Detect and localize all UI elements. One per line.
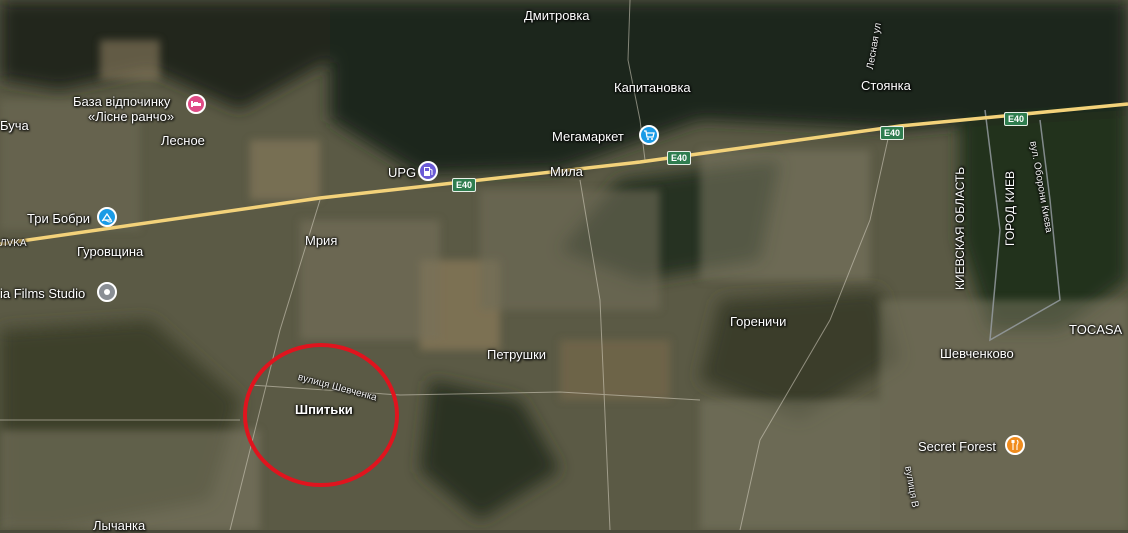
road-shield-e40: E40 xyxy=(880,126,905,140)
place-label[interactable]: Лесное xyxy=(161,133,205,148)
place-label[interactable]: Петрушки xyxy=(487,347,546,362)
region-label: КИЕВСКАЯ ОБЛАСТЬ xyxy=(953,166,967,290)
place-label[interactable]: Капитановка xyxy=(614,80,691,95)
road-shield-e40: E40 xyxy=(452,178,477,192)
fork-knife-icon[interactable] xyxy=(1005,435,1025,455)
landmark-icon[interactable] xyxy=(97,282,117,302)
place-label[interactable]: Мрия xyxy=(305,233,337,248)
place-label[interactable]: Гуровщина xyxy=(77,244,143,259)
road-shield-e40: E40 xyxy=(667,151,692,165)
fuel-pump-icon[interactable] xyxy=(418,161,438,181)
poi-label[interactable]: «Лісне ранчо» xyxy=(88,109,174,124)
place-label[interactable]: Шевченково xyxy=(940,346,1014,361)
poi-label[interactable]: Три Бобри xyxy=(27,211,90,226)
place-label[interactable]: Гореничи xyxy=(730,314,786,329)
place-label[interactable]: Мила xyxy=(550,164,583,179)
poi-label[interactable]: UPG xyxy=(388,165,416,180)
bed-icon[interactable] xyxy=(186,94,206,114)
place-label[interactable]: TOCASA xyxy=(1069,322,1122,337)
poi-label[interactable]: Secret Forest xyxy=(918,439,996,454)
poi-label[interactable]: Мегамаркет xyxy=(552,129,624,144)
region-label: ГОРОД КИЕВ xyxy=(1003,170,1017,246)
place-label[interactable]: Дмитровка xyxy=(524,8,590,23)
road-shield-e40: E40 xyxy=(1004,112,1029,126)
shopping-cart-icon[interactable] xyxy=(639,125,659,145)
poi-label[interactable]: База відпочинку xyxy=(73,94,170,109)
road-label: ЛVKA xyxy=(0,238,27,249)
place-label[interactable]: Буча xyxy=(0,118,29,133)
place-label[interactable]: Шпитьки xyxy=(295,402,353,417)
poi-label[interactable]: ia Films Studio xyxy=(0,286,85,301)
place-label[interactable]: Стоянка xyxy=(861,78,911,93)
place-label[interactable]: Лычанка xyxy=(93,518,145,533)
waterpark-icon[interactable] xyxy=(97,207,117,227)
